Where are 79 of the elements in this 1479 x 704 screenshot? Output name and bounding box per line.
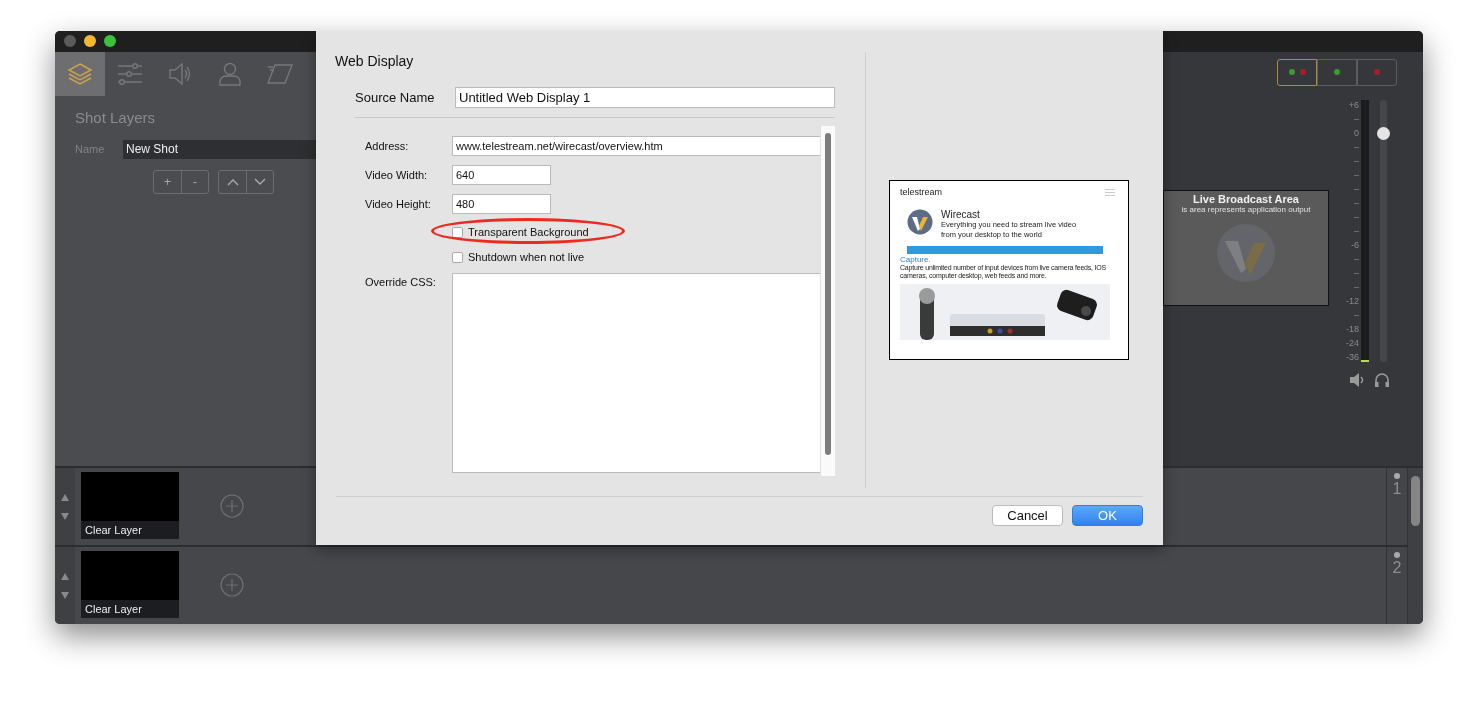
status-button[interactable] bbox=[1277, 58, 1317, 86]
input-field[interactable]: 640 bbox=[452, 165, 551, 185]
layer-number: 2 bbox=[1392, 559, 1402, 577]
menu-icon bbox=[1104, 187, 1116, 197]
field-label: Address: bbox=[365, 140, 410, 152]
scale-label: – bbox=[1354, 182, 1359, 196]
thumbnail-label: Clear Layer bbox=[81, 600, 179, 618]
scale-label: – bbox=[1354, 168, 1359, 182]
scale-label: – bbox=[1354, 196, 1359, 210]
scale-label: – bbox=[1354, 252, 1359, 266]
sliders-icon bbox=[117, 62, 143, 85]
volume-slider[interactable] bbox=[1380, 99, 1387, 362]
layer-dot-icon bbox=[1394, 473, 1400, 479]
layer-dot-icon bbox=[1394, 552, 1400, 558]
add-icon[interactable] bbox=[220, 494, 244, 518]
scale-label: -36 bbox=[1346, 350, 1359, 364]
logo-icon bbox=[1216, 222, 1276, 283]
field-label: Override CSS: bbox=[365, 276, 437, 288]
status-button[interactable] bbox=[1357, 58, 1397, 86]
scale-label: -18 bbox=[1346, 322, 1359, 336]
scale-label: – bbox=[1354, 210, 1359, 224]
scale-label: +6 bbox=[1348, 98, 1359, 112]
up-arrow-icon[interactable] bbox=[61, 493, 69, 501]
speaker-icon[interactable] bbox=[1349, 371, 1365, 388]
shot-thumbnail[interactable]: Clear Layer bbox=[81, 472, 179, 539]
down-arrow-icon[interactable] bbox=[61, 591, 69, 599]
field-label: Video Height: bbox=[365, 198, 432, 210]
source-name-label: Source Name bbox=[355, 90, 436, 105]
field-label: Video Width: bbox=[365, 169, 429, 181]
titles-icon bbox=[267, 62, 293, 85]
scale-label: -24 bbox=[1346, 336, 1359, 350]
brand-logo: telestream bbox=[900, 187, 943, 197]
section-heading: Capture. bbox=[900, 255, 932, 264]
slider-thumb[interactable] bbox=[1377, 127, 1390, 140]
scale-label: – bbox=[1354, 308, 1359, 322]
dialog-title: Web Display bbox=[335, 53, 415, 69]
headphones-icon[interactable] bbox=[1374, 371, 1390, 388]
scale-label: 0 bbox=[1354, 126, 1359, 140]
caret-down-icon bbox=[254, 177, 266, 186]
zoom-button[interactable] bbox=[104, 35, 116, 48]
scale-label: – bbox=[1354, 266, 1359, 280]
product-title: Wirecast bbox=[941, 209, 981, 220]
add-icon[interactable] bbox=[220, 573, 244, 597]
status-button[interactable] bbox=[1317, 58, 1357, 86]
remove-button[interactable]: - bbox=[181, 170, 208, 193]
live-subtitle: is area represents application output bbox=[1181, 204, 1311, 214]
up-arrow-icon[interactable] bbox=[61, 572, 69, 580]
checkbox-label[interactable]: Transparent Background bbox=[468, 226, 589, 238]
checkbox[interactable] bbox=[452, 251, 463, 263]
scrollbar[interactable] bbox=[1408, 466, 1423, 624]
layers-icon bbox=[67, 61, 93, 86]
scale-label: – bbox=[1354, 280, 1359, 294]
scale-label: – bbox=[1354, 112, 1359, 126]
layer-number: 1 bbox=[1392, 480, 1402, 498]
cancel-button[interactable]: Cancel bbox=[992, 505, 1063, 526]
speaker-icon bbox=[168, 61, 192, 86]
logo-icon bbox=[907, 209, 933, 235]
scale-label: – bbox=[1354, 154, 1359, 168]
caret-up-icon bbox=[226, 177, 239, 186]
checkbox-label[interactable]: Shutdown when not live bbox=[468, 251, 585, 263]
scale-label: – bbox=[1354, 224, 1359, 238]
close-button[interactable] bbox=[64, 35, 76, 48]
thumbnail-label: Clear Layer bbox=[81, 521, 179, 539]
source-name-field[interactable]: Untitled Web Display 1 bbox=[455, 87, 835, 108]
down-arrow-icon[interactable] bbox=[61, 512, 69, 520]
input-field[interactable]: 480 bbox=[452, 194, 551, 214]
toolbar-tab[interactable] bbox=[55, 51, 105, 96]
scale-label: – bbox=[1354, 140, 1359, 154]
shot-thumbnail[interactable]: Clear Layer bbox=[81, 551, 179, 618]
person-icon bbox=[218, 61, 242, 86]
input-field[interactable]: www.telestream.net/wirecast/overview.htm bbox=[452, 136, 820, 156]
minimize-button[interactable] bbox=[84, 35, 96, 48]
panel-title: Shot Layers bbox=[75, 108, 157, 126]
scale-label: -12 bbox=[1346, 294, 1359, 308]
live-title: Live Broadcast Area bbox=[1193, 192, 1299, 205]
name-label: Name bbox=[74, 143, 106, 156]
checkbox[interactable] bbox=[452, 226, 463, 238]
add-button[interactable]: + bbox=[154, 170, 181, 193]
scale-label: -6 bbox=[1351, 238, 1359, 252]
